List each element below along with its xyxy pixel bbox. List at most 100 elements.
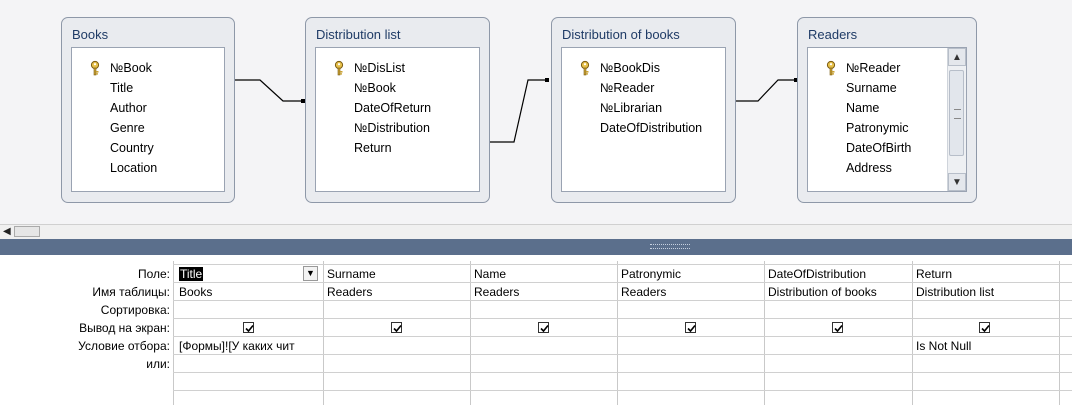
field-item[interactable]: Name xyxy=(846,98,879,118)
design-grid[interactable]: Поле: Имя таблицы: Сортировка: Вывод на экр… xyxy=(0,255,1072,405)
field-list[interactable]: ▲ ▼ * №Reader Surname Name Patronymic DateOfB… xyxy=(807,47,967,192)
show-checkbox[interactable] xyxy=(537,322,549,333)
grid-cell-field[interactable]: Patronymic xyxy=(617,265,764,283)
field-item[interactable]: Surname xyxy=(846,78,897,98)
show-checkbox[interactable] xyxy=(832,322,843,333)
grid-cell-or[interactable] xyxy=(470,355,617,373)
grid-cell-table[interactable]: Books xyxy=(175,283,323,301)
scroll-thumb[interactable] xyxy=(949,70,964,156)
checkmark-icon xyxy=(392,324,402,333)
field-item[interactable]: №Reader xyxy=(600,78,654,98)
pane-splitter[interactable] xyxy=(0,239,1072,255)
grid-cell-criteria[interactable] xyxy=(470,337,617,355)
table-box-books[interactable]: Books * №Book Title Author Genre Country Locat… xyxy=(61,17,235,203)
grid-cell-sort[interactable] xyxy=(912,301,1057,319)
query-design-pane[interactable]: Books * №Book Title Author Genre Country Locat… xyxy=(0,0,1072,224)
scroll-down-icon[interactable]: ▼ xyxy=(948,173,966,191)
grid-cell-text: Distribution of books xyxy=(768,285,877,299)
field-all-star[interactable]: * xyxy=(602,48,607,58)
field-item[interactable]: Address xyxy=(846,158,892,178)
field-item[interactable]: Return xyxy=(354,138,392,158)
grid-cell-field[interactable]: Return xyxy=(912,265,1057,283)
field-item[interactable]: Patronymic xyxy=(846,118,909,138)
grid-cell-text: Distribution list xyxy=(916,285,995,299)
field-list[interactable]: * №Book Title Author Genre Country Location xyxy=(71,47,225,192)
grid-cell-table[interactable]: Distribution list xyxy=(912,283,1057,301)
grid-cell-or[interactable] xyxy=(323,355,470,373)
grid-cell-sort[interactable] xyxy=(617,301,764,319)
field-item[interactable]: Country xyxy=(110,138,154,158)
scroll-thumb[interactable] xyxy=(14,226,40,237)
grid-cell-criteria[interactable] xyxy=(617,337,764,355)
grid-row-label: Поле: xyxy=(137,267,170,281)
field-item[interactable]: Author xyxy=(110,98,147,118)
grid-cell-text: Name xyxy=(474,267,507,281)
checkmark-icon xyxy=(980,324,990,333)
grid-cell-table[interactable]: Readers xyxy=(617,283,764,301)
grid-cell-field[interactable]: Title xyxy=(175,265,323,283)
show-checkbox[interactable] xyxy=(978,322,990,333)
field-all-star[interactable]: * xyxy=(848,48,853,58)
table-box-distribution-list[interactable]: Distribution list * №DisList №Book DateOfRe… xyxy=(305,17,490,203)
field-list[interactable]: * №DisList №Book DateOfReturn №Distribution R… xyxy=(315,47,480,192)
field-all-star[interactable]: * xyxy=(356,48,361,58)
table-box-readers[interactable]: Readers ▲ ▼ * №Reader Surname Name Patronymi… xyxy=(797,17,977,203)
grid-cell-criteria[interactable]: [Формы]![У каких чит xyxy=(175,337,323,355)
primary-key-icon xyxy=(88,60,102,76)
field-list[interactable]: * №BookDis №Reader №Librarian DateOfDistribu… xyxy=(561,47,726,192)
field-item[interactable]: №Book xyxy=(354,78,396,98)
grid-row-label: Вывод на экран: xyxy=(79,321,170,335)
field-item[interactable]: №DisList xyxy=(354,58,405,78)
field-item[interactable]: №Librarian xyxy=(600,98,662,118)
field-item[interactable]: DateOfBirth xyxy=(846,138,911,158)
show-checkbox[interactable] xyxy=(390,322,402,333)
relationship-line-distlist-distbooks xyxy=(487,79,547,143)
field-item[interactable]: №Reader xyxy=(846,58,900,78)
field-all-star[interactable]: * xyxy=(112,48,117,58)
grid-cell-text: Is Not Null xyxy=(916,339,972,353)
grid-cell-or[interactable] xyxy=(617,355,764,373)
grid-cell-sort[interactable] xyxy=(175,301,323,319)
grid-cell-or[interactable] xyxy=(764,355,912,373)
field-item[interactable]: Location xyxy=(110,158,157,178)
grid-cell-field[interactable]: Surname xyxy=(323,265,470,283)
show-checkbox[interactable] xyxy=(243,322,254,333)
grid-cell-sort[interactable] xyxy=(470,301,617,319)
grid-cell-table[interactable]: Readers xyxy=(323,283,470,301)
grid-cell-field[interactable]: Name xyxy=(470,265,617,283)
grid-cell-text: Surname xyxy=(327,267,376,281)
chevron-down-icon[interactable]: ▼ xyxy=(303,266,318,281)
grid-row-label: или: xyxy=(146,357,170,371)
grid-cell-or[interactable] xyxy=(912,355,1057,373)
grid-row-label: Условие отбора: xyxy=(78,339,170,353)
grid-cell-criteria[interactable]: Is Not Null xyxy=(912,337,1057,355)
grid-cell-text: Readers xyxy=(474,285,520,299)
grid-cell-criteria[interactable] xyxy=(764,337,912,355)
field-item[interactable]: DateOfReturn xyxy=(354,98,431,118)
grid-cell-field[interactable]: DateOfDistribution xyxy=(764,265,912,283)
field-item[interactable]: №Distribution xyxy=(354,118,430,138)
show-checkbox[interactable] xyxy=(684,322,696,333)
table-title: Readers xyxy=(808,27,858,42)
grid-cell-table[interactable]: Distribution of books xyxy=(764,283,912,301)
grid-cell-text: Return xyxy=(916,267,953,281)
grid-cell-table[interactable]: Readers xyxy=(470,283,617,301)
horizontal-scrollbar[interactable]: ◀ xyxy=(0,224,1072,239)
table-box-distribution-of-books[interactable]: Distribution of books * №BookDis №Reader №L… xyxy=(551,17,736,203)
vertical-scrollbar[interactable]: ▲ ▼ xyxy=(947,48,966,191)
scroll-left-icon[interactable]: ◀ xyxy=(3,226,13,237)
field-item[interactable]: Genre xyxy=(110,118,145,138)
grid-cell-sort[interactable] xyxy=(764,301,912,319)
field-item[interactable]: №Book xyxy=(110,58,152,78)
scroll-up-icon[interactable]: ▲ xyxy=(948,48,966,66)
grid-cell-criteria[interactable] xyxy=(323,337,470,355)
field-item[interactable]: DateOfDistribution xyxy=(600,118,702,138)
grid-cell-sort[interactable] xyxy=(323,301,470,319)
checkmark-icon xyxy=(539,324,549,333)
relationship-line-distbooks-readers xyxy=(733,79,796,102)
grid-cell-or[interactable] xyxy=(175,355,323,373)
grid-cell-text: Books xyxy=(179,285,213,299)
splitter-grip-icon xyxy=(650,244,690,249)
field-item[interactable]: Title xyxy=(110,78,133,98)
field-item[interactable]: №BookDis xyxy=(600,58,660,78)
